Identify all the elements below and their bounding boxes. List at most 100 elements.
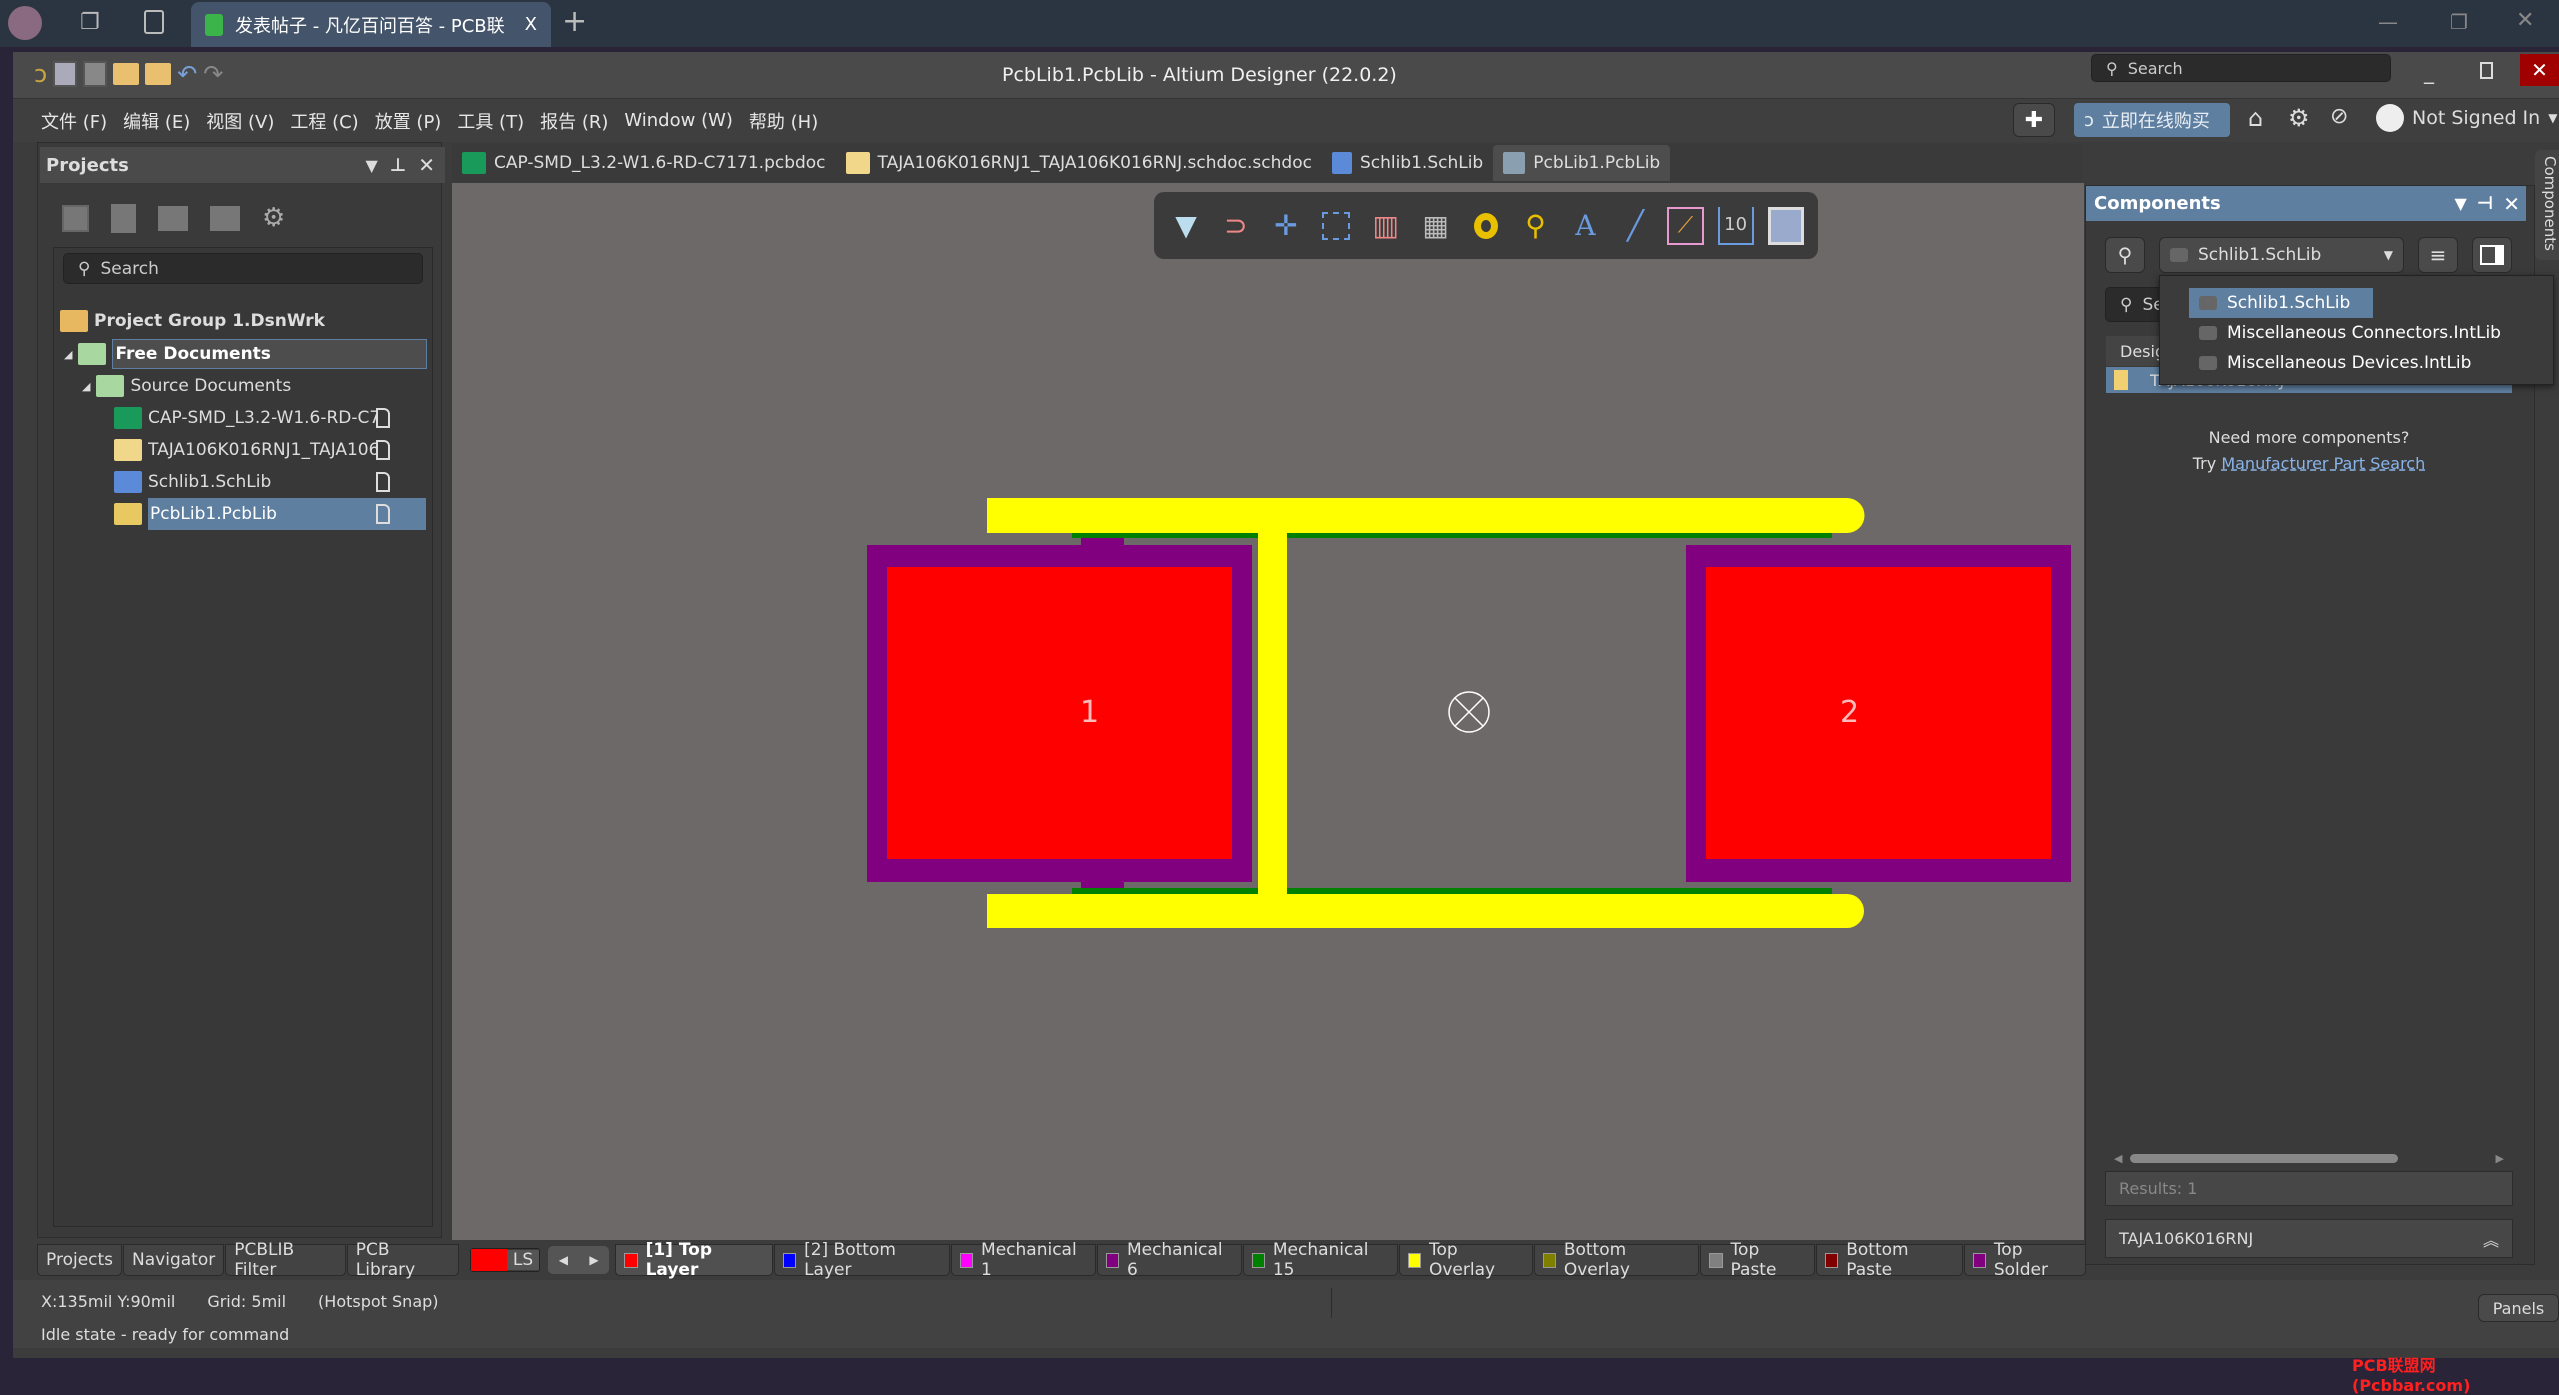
browser-tab-active[interactable]: 发表帖子 - 凡亿百问百答 - PCB联 X [191, 2, 551, 47]
tree-item-file[interactable]: CAP-SMD_L3.2-W1.6-RD-C71 [114, 402, 426, 434]
doc-tab-schdoc[interactable]: TAJA106K016RNJ1_TAJA106K016RNJ.schdoc.sc… [836, 145, 1322, 181]
projects-search-input[interactable]: ⚲ Search [63, 253, 423, 284]
folder-settings-icon[interactable] [210, 205, 240, 231]
copy-icon[interactable] [111, 203, 136, 233]
pad-icon[interactable] [1468, 207, 1504, 245]
tab-actions-icon[interactable] [144, 10, 164, 34]
collections-icon[interactable]: ❐ [80, 10, 100, 35]
panel-tab-pcb-library[interactable]: PCB Library [346, 1240, 459, 1280]
filter-icon[interactable]: ▼ [1168, 207, 1204, 245]
via-icon[interactable]: ⚲ [1518, 207, 1554, 245]
expand-icon[interactable]: ◢ [64, 348, 72, 361]
buy-online-button[interactable]: ↄ 立即在线购买 [2074, 103, 2230, 137]
scroll-left-icon[interactable]: ◀ [559, 1253, 568, 1267]
layer-tab[interactable]: Top Overlay [1398, 1240, 1533, 1280]
open-project-icon[interactable] [145, 63, 172, 85]
library-option-schlib[interactable]: Schlib1.SchLib [2189, 288, 2373, 318]
close-button[interactable]: ✕ [2520, 54, 2559, 86]
panels-button[interactable]: Panels [2478, 1294, 2559, 1322]
feedback-button[interactable]: ✚ [2013, 103, 2055, 137]
menu-tools[interactable]: 工具 (T) [457, 108, 524, 134]
menu-project[interactable]: 工程 (C) [290, 108, 358, 134]
components-side-tab[interactable]: Components [2535, 150, 2559, 260]
doc-tab-pcblib[interactable]: PcbLib1.PcbLib [1493, 145, 1671, 181]
layer-tab[interactable]: [1] Top Layer [615, 1240, 773, 1280]
undo-icon[interactable]: ↶ [177, 60, 197, 88]
tree-item-project-group[interactable]: Project Group 1.DsnWrk [60, 305, 325, 337]
menu-file[interactable]: 文件 (F) [41, 108, 107, 134]
menu-window[interactable]: Window (W) [624, 110, 733, 131]
tree-item-file[interactable]: TAJA106K016RNJ1_TAJA106K( [114, 434, 426, 466]
layer-tab[interactable]: Mechanical 6 [1096, 1240, 1242, 1280]
browser-close-icon[interactable]: ✕ [2516, 8, 2534, 33]
panel-menu-icon[interactable]: ▼ [2454, 194, 2466, 213]
scroll-right-icon[interactable]: ▶ [2496, 1152, 2504, 1165]
close-tab-icon[interactable]: X [525, 14, 537, 35]
scroll-left-icon[interactable]: ◀ [2114, 1152, 2122, 1165]
horizontal-scrollbar[interactable]: ◀ ▶ [2106, 1150, 2512, 1166]
menu-edit[interactable]: 编辑 (E) [123, 108, 190, 134]
panel-tab-pcblib-filter[interactable]: PCBLIB Filter [225, 1240, 346, 1280]
minimize-button[interactable]: _ [2424, 60, 2434, 84]
doc-tab-pcbdoc[interactable]: CAP-SMD_L3.2-W1.6-RD-C7171.pcbdoc [452, 145, 836, 181]
maximize-button[interactable] [2480, 62, 2493, 79]
interactive-route-icon[interactable]: ⟋ [1667, 206, 1704, 245]
user-menu[interactable]: Not Signed In ▼ [2376, 104, 2557, 132]
save-project-icon[interactable] [62, 204, 89, 232]
dimension-icon[interactable]: 10 [1717, 206, 1754, 245]
home-icon[interactable]: ⌂ [2248, 104, 2263, 132]
doc-tab-schlib[interactable]: Schlib1.SchLib [1322, 145, 1493, 181]
tree-item-free-documents[interactable]: ◢ Free Documents [64, 338, 427, 370]
text-icon[interactable]: A [1568, 207, 1604, 245]
layer-tab[interactable]: Top Solder [1963, 1240, 2086, 1280]
scroll-thumb[interactable] [2130, 1153, 2399, 1163]
close-icon[interactable]: ✕ [2503, 192, 2520, 216]
save-all-icon[interactable] [83, 61, 108, 87]
layer-tab[interactable]: Bottom Overlay [1533, 1240, 1700, 1280]
library-option-connectors[interactable]: Miscellaneous Connectors.IntLib [2189, 318, 2553, 348]
layer-tab[interactable]: Mechanical 15 [1242, 1240, 1398, 1280]
menu-place[interactable]: 放置 (P) [375, 108, 442, 134]
browser-minimize-icon[interactable]: — [2378, 10, 2398, 34]
profile-avatar[interactable] [8, 6, 42, 40]
folder-search-icon[interactable] [158, 205, 188, 231]
pin-icon[interactable]: ⊣ [2477, 193, 2493, 214]
expand-icon[interactable]: ◢ [82, 380, 90, 393]
layer-scroll-buttons[interactable]: ◀ ▶ [548, 1246, 610, 1274]
settings-gear-icon[interactable]: ⚙ [262, 203, 285, 233]
layer-tab[interactable]: Bottom Paste [1815, 1240, 1963, 1280]
open-icon[interactable] [113, 63, 140, 85]
gear-icon[interactable]: ⚙ [2288, 104, 2310, 132]
layer-tab[interactable]: Mechanical 1 [950, 1240, 1096, 1280]
panel-tab-projects[interactable]: Projects [37, 1244, 123, 1276]
browser-restore-icon[interactable]: ❐ [2450, 10, 2468, 34]
collapse-icon[interactable]: ︽ [2483, 1227, 2499, 1251]
close-icon[interactable]: ✕ [418, 153, 435, 177]
save-icon[interactable] [53, 61, 78, 87]
panel-menu-icon[interactable]: ▼ [365, 156, 377, 175]
notifications-off-icon[interactable]: ⊘ [2330, 104, 2348, 129]
manufacturer-part-search-link[interactable]: Manufacturer Part Search [2221, 454, 2425, 473]
snap-magnet-icon[interactable]: ⊃ [1218, 207, 1254, 245]
component-icon[interactable]: ▦ [1418, 207, 1454, 245]
menu-help[interactable]: 帮助 (H) [749, 108, 818, 134]
new-tab-button[interactable]: + [562, 4, 587, 39]
layer-tab[interactable]: [2] Bottom Layer [773, 1240, 950, 1280]
move-icon[interactable]: ✛ [1268, 207, 1304, 245]
filter-button[interactable]: ⚲ [2105, 237, 2145, 273]
menu-reports[interactable]: 报告 (R) [540, 108, 608, 134]
pcb-canvas[interactable]: 1 2 [452, 183, 2084, 1240]
menu-view[interactable]: 视图 (V) [206, 108, 274, 134]
list-menu-button[interactable]: ≡ [2418, 237, 2458, 273]
component-details-header[interactable]: TAJA106K016RNJ ︽ [2105, 1219, 2513, 1258]
layer-tab[interactable]: Top Paste [1700, 1240, 1815, 1280]
panel-tab-navigator[interactable]: Navigator [123, 1244, 225, 1276]
pin-icon[interactable]: ⊥ [390, 155, 406, 176]
layer-set-button[interactable]: LS [469, 1248, 541, 1272]
scroll-right-icon[interactable]: ▶ [589, 1253, 598, 1267]
region-icon[interactable] [1767, 206, 1804, 245]
redo-icon[interactable]: ↷ [203, 60, 223, 88]
select-rect-icon[interactable] [1318, 207, 1354, 245]
library-dropdown[interactable]: Schlib1.SchLib ▼ [2159, 237, 2404, 273]
global-search-input[interactable]: ⚲ Search [2091, 54, 2391, 82]
